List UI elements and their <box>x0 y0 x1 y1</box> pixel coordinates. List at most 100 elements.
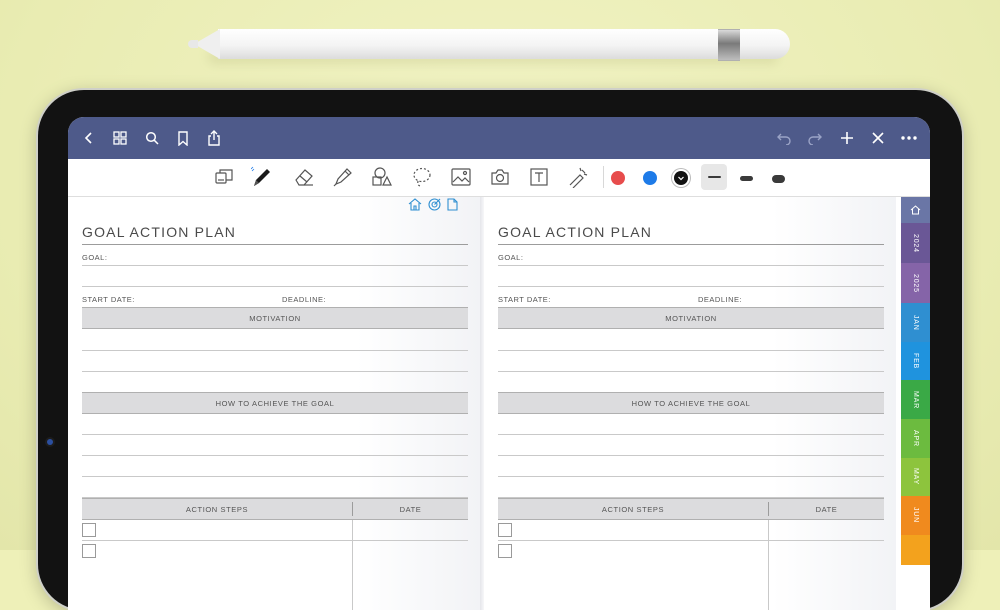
tab-label: FEB <box>912 352 919 369</box>
how-to-line[interactable] <box>498 455 884 456</box>
deadline-label: DEADLINE: <box>698 295 743 304</box>
tab-feb[interactable]: FEB <box>901 342 930 380</box>
start-date-label: START DATE: <box>498 295 551 304</box>
camera-icon[interactable] <box>487 164 513 190</box>
share-icon[interactable] <box>202 126 226 150</box>
search-icon[interactable] <box>140 126 164 150</box>
date-label: DATE <box>815 504 838 514</box>
action-step-checkbox[interactable] <box>498 523 512 537</box>
tab-label: 2025 <box>912 273 919 293</box>
stroke-thick-button[interactable] <box>772 175 785 183</box>
lasso-icon[interactable] <box>409 164 435 190</box>
highlighter-icon[interactable] <box>330 164 356 190</box>
goal-line[interactable] <box>498 286 884 287</box>
pen-icon[interactable] <box>249 164 275 190</box>
tab-jun[interactable]: JUN <box>901 496 930 535</box>
drawing-toolbar <box>68 159 930 197</box>
date-label: DATE <box>399 504 422 514</box>
bookmark-icon[interactable] <box>171 126 195 150</box>
motivation-line[interactable] <box>498 371 884 372</box>
action-step-checkbox[interactable] <box>82 523 96 537</box>
redo-icon[interactable] <box>803 126 827 150</box>
toolbar-separator <box>603 166 604 188</box>
stroke-thin-sample <box>707 176 721 178</box>
tab-mar[interactable]: MAR <box>901 380 930 419</box>
how-to-achieve-header: HOW TO ACHIEVE THE GOAL <box>498 392 884 414</box>
color-blue-swatch[interactable] <box>643 171 657 185</box>
motivation-header: MOTIVATION <box>498 307 884 329</box>
text-icon[interactable] <box>526 164 552 190</box>
grid-icon[interactable] <box>108 126 132 150</box>
page-layout-icon[interactable] <box>211 164 237 190</box>
action-step-checkbox[interactable] <box>82 544 96 558</box>
tab-2025[interactable]: 2025 <box>901 263 930 303</box>
title-rule <box>498 244 884 245</box>
tab-label: 2024 <box>912 233 919 253</box>
home-icon[interactable] <box>408 198 422 216</box>
page-header-icons <box>408 198 458 216</box>
tab-apr[interactable]: APR <box>901 419 930 458</box>
chevron-down-icon <box>678 176 684 181</box>
close-icon[interactable] <box>866 126 890 150</box>
laser-pointer-icon[interactable] <box>565 164 591 190</box>
camera-dot <box>47 439 53 445</box>
left-page: GOAL ACTION PLAN GOAL: START DATE: DEADL… <box>68 197 480 610</box>
goal-label: GOAL: <box>498 253 524 262</box>
tab-label: MAY <box>912 468 919 486</box>
action-step-line[interactable] <box>82 540 468 541</box>
motivation-line[interactable] <box>82 350 468 351</box>
title-rule <box>82 244 468 245</box>
chevron-left-icon[interactable] <box>77 126 101 150</box>
how-to-line[interactable] <box>82 455 468 456</box>
top-navigation-bar <box>68 117 930 159</box>
goal-line[interactable] <box>82 286 468 287</box>
column-divider <box>768 520 769 610</box>
tab-label: JUN <box>912 507 919 524</box>
goal-label: GOAL: <box>82 253 108 262</box>
action-steps-header: ACTION STEPS DATE <box>82 498 468 520</box>
how-to-line[interactable] <box>82 476 468 477</box>
how-to-line[interactable] <box>498 434 884 435</box>
right-page: GOAL ACTION PLAN GOAL: START DATE: DEADL… <box>484 197 896 610</box>
page-title: GOAL ACTION PLAN <box>82 224 237 240</box>
goal-line[interactable] <box>82 265 468 266</box>
action-step-line[interactable] <box>498 540 884 541</box>
tab-home[interactable] <box>901 197 930 223</box>
target-icon[interactable] <box>428 198 441 216</box>
stylus-pencil <box>188 26 796 64</box>
column-divider <box>352 520 353 610</box>
page-title: GOAL ACTION PLAN <box>498 224 653 240</box>
document-icon[interactable] <box>447 198 458 216</box>
motivation-header: MOTIVATION <box>82 307 468 329</box>
how-to-line[interactable] <box>82 434 468 435</box>
deadline-label: DEADLINE: <box>282 295 327 304</box>
action-steps-header: ACTION STEPS DATE <box>498 498 884 520</box>
more-icon[interactable] <box>897 126 921 150</box>
eraser-icon[interactable] <box>291 164 317 190</box>
home-icon <box>910 205 921 215</box>
color-black-swatch-selected[interactable] <box>674 171 688 185</box>
motivation-line[interactable] <box>82 371 468 372</box>
color-red-swatch[interactable] <box>611 171 625 185</box>
tab-jan[interactable]: JAN <box>901 303 930 342</box>
tab-may[interactable]: MAY <box>901 458 930 496</box>
how-to-achieve-header: HOW TO ACHIEVE THE GOAL <box>82 392 468 414</box>
tab-label: JAN <box>912 314 919 331</box>
start-date-label: START DATE: <box>82 295 135 304</box>
action-steps-label: ACTION STEPS <box>601 504 665 514</box>
stroke-thin-button[interactable] <box>701 164 727 190</box>
undo-icon[interactable] <box>772 126 796 150</box>
image-icon[interactable] <box>448 164 474 190</box>
motivation-line[interactable] <box>498 350 884 351</box>
action-step-checkbox[interactable] <box>498 544 512 558</box>
tablet-device: GOAL ACTION PLAN GOAL: START DATE: DEADL… <box>38 90 962 610</box>
stroke-medium-button[interactable] <box>740 176 753 181</box>
app-screen: GOAL ACTION PLAN GOAL: START DATE: DEADL… <box>68 117 930 610</box>
tab-label: MAR <box>912 390 919 409</box>
tab-jul[interactable] <box>901 535 930 565</box>
plus-icon[interactable] <box>835 126 859 150</box>
how-to-line[interactable] <box>498 476 884 477</box>
goal-line[interactable] <box>498 265 884 266</box>
tab-2024[interactable]: 2024 <box>901 223 930 263</box>
shapes-icon[interactable] <box>368 164 394 190</box>
